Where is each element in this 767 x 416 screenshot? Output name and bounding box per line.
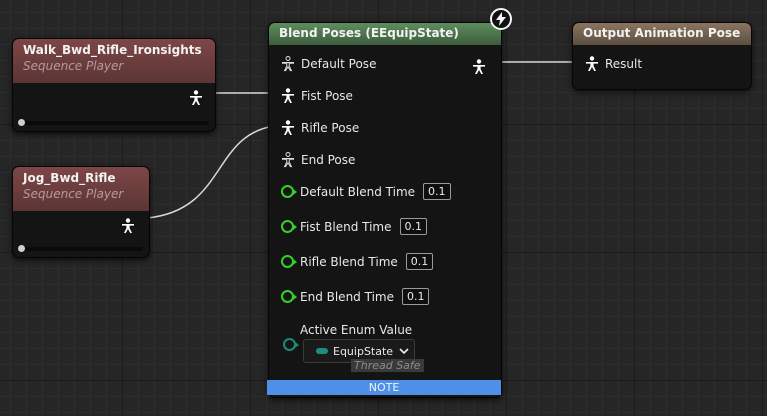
node-title: Jog_Bwd_Rifle bbox=[23, 171, 116, 185]
blend-time-input[interactable]: 0.1 bbox=[399, 218, 427, 235]
walk-sequence-player-node[interactable]: Walk_Bwd_Rifle_Ironsights Sequence Playe… bbox=[12, 38, 216, 132]
play-position-slider[interactable] bbox=[18, 119, 209, 126]
node-header: Output Animation Pose bbox=[573, 23, 751, 45]
pin-end-pose[interactable]: End Pose bbox=[281, 152, 355, 168]
blend-time-input[interactable]: 0.1 bbox=[401, 288, 430, 305]
pin-default-blend-time[interactable]: Default Blend Time 0.1 bbox=[281, 183, 451, 200]
slider-knob[interactable] bbox=[18, 119, 25, 126]
pose-person-icon bbox=[282, 88, 294, 103]
note-bar[interactable]: NOTE bbox=[267, 380, 501, 395]
pin-label: End Pose bbox=[301, 153, 356, 167]
pin-label: Default Blend Time bbox=[300, 184, 416, 199]
play-position-slider[interactable] bbox=[18, 245, 143, 252]
blend-time-input[interactable]: 0.1 bbox=[423, 183, 451, 200]
chevron-down-icon bbox=[399, 348, 409, 355]
enum-value-label: EquipState bbox=[333, 344, 394, 358]
jog-sequence-player-node[interactable]: Jog_Bwd_Rifle Sequence Player bbox=[12, 166, 150, 258]
pin-rifle-pose[interactable]: Rifle Pose bbox=[281, 120, 359, 136]
pin-fist-pose[interactable]: Fist Pose bbox=[281, 88, 353, 104]
node-title: Walk_Bwd_Rifle_Ironsights bbox=[23, 43, 202, 57]
enum-pin-icon[interactable] bbox=[283, 338, 299, 351]
pin-label: Fist Blend Time bbox=[300, 219, 392, 234]
thread-safe-badge: Thread Safe bbox=[351, 359, 424, 372]
pin-label: Rifle Pose bbox=[301, 121, 360, 135]
node-subtitle: Sequence Player bbox=[23, 59, 124, 73]
lightning-bolt-icon bbox=[490, 8, 512, 30]
pose-person-icon bbox=[282, 120, 294, 135]
enum-type-pill bbox=[316, 348, 328, 354]
pose-outline-icon bbox=[282, 152, 294, 168]
pose-output-pin-icon[interactable] bbox=[472, 56, 486, 75]
float-pin-icon[interactable] bbox=[281, 220, 297, 233]
pin-label: Result bbox=[605, 57, 643, 71]
node-title: Output Animation Pose bbox=[583, 26, 741, 40]
pin-end-blend-time[interactable]: End Blend Time 0.1 bbox=[281, 288, 430, 305]
pose-outline-icon bbox=[282, 56, 294, 72]
node-header: Blend Poses (EEquipState) bbox=[269, 23, 501, 45]
pin-label: Default Pose bbox=[301, 57, 377, 71]
node-header: Walk_Bwd_Rifle_Ironsights Sequence Playe… bbox=[13, 39, 215, 83]
pin-label: Rifle Blend Time bbox=[300, 254, 398, 269]
pose-output-pin-icon[interactable] bbox=[189, 87, 203, 106]
node-header: Jog_Bwd_Rifle Sequence Player bbox=[13, 167, 149, 211]
pin-label: Fist Pose bbox=[301, 89, 353, 103]
blend-time-input[interactable]: 0.1 bbox=[405, 253, 434, 270]
pose-person-icon bbox=[586, 56, 598, 71]
pin-active-enum-value[interactable]: Active Enum Value bbox=[281, 323, 412, 337]
pin-label: Active Enum Value bbox=[300, 323, 413, 337]
pin-default-pose[interactable]: Default Pose bbox=[281, 56, 376, 72]
slider-knob[interactable] bbox=[18, 245, 25, 252]
pin-result[interactable]: Result bbox=[585, 56, 642, 72]
pin-fist-blend-time[interactable]: Fist Blend Time 0.1 bbox=[281, 218, 427, 235]
output-animation-pose-node[interactable]: Output Animation Pose Result bbox=[572, 22, 752, 90]
float-pin-icon[interactable] bbox=[281, 255, 297, 268]
pin-rifle-blend-time[interactable]: Rifle Blend Time 0.1 bbox=[281, 253, 434, 270]
blend-poses-node[interactable]: Blend Poses (EEquipState) Default Pose F… bbox=[268, 22, 502, 398]
float-pin-icon[interactable] bbox=[281, 290, 297, 303]
node-title: Blend Poses (EEquipState) bbox=[279, 26, 459, 40]
pose-output-pin-icon[interactable] bbox=[121, 215, 135, 234]
node-subtitle: Sequence Player bbox=[23, 187, 124, 201]
pin-label: End Blend Time bbox=[300, 289, 394, 304]
float-pin-icon[interactable] bbox=[281, 185, 297, 198]
